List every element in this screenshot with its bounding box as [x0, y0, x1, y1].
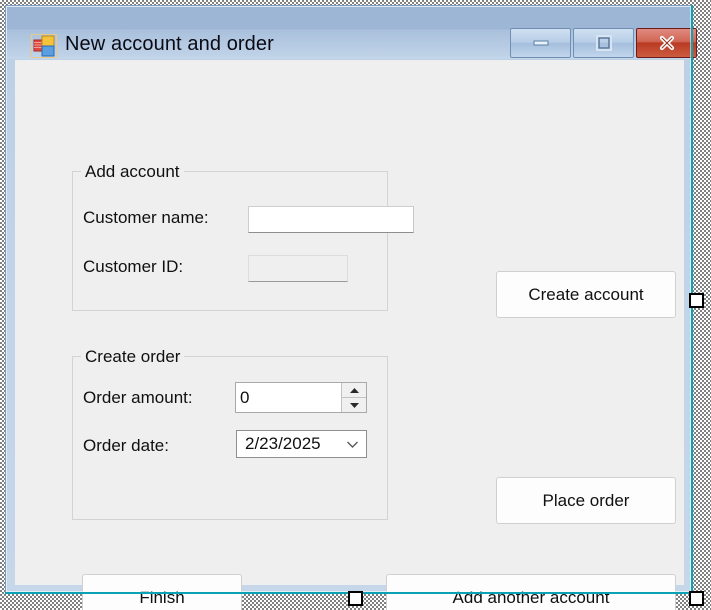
chevron-down-icon[interactable] — [338, 431, 366, 457]
minimize-icon — [511, 29, 570, 57]
customer-id-label: Customer ID: — [83, 257, 184, 276]
close-icon — [637, 29, 696, 57]
customer-id-input — [248, 255, 348, 282]
title-bar[interactable]: New account and order — [7, 7, 697, 59]
customer-name-label: Customer name: — [83, 208, 209, 227]
resize-handle-bottom[interactable] — [348, 591, 363, 606]
group-add-account: Add account — [72, 163, 388, 311]
place-order-button[interactable]: Place order — [496, 477, 676, 524]
group-border — [72, 171, 388, 311]
order-amount-input[interactable] — [236, 383, 341, 412]
group-add-account-legend: Add account — [81, 163, 184, 180]
form-window: New account and order Add account Custom… — [5, 5, 697, 610]
resize-handle-right[interactable] — [689, 293, 704, 308]
maximize-icon — [574, 29, 633, 57]
order-date-input[interactable] — [237, 434, 338, 454]
minimize-button[interactable] — [510, 28, 571, 58]
order-amount-stepper[interactable] — [235, 382, 367, 413]
group-create-order-legend: Create order — [81, 348, 185, 365]
customer-name-input[interactable] — [248, 206, 414, 233]
order-amount-spinner[interactable] — [341, 383, 366, 412]
maximize-button[interactable] — [573, 28, 634, 58]
resize-handle-corner[interactable] — [689, 591, 704, 606]
close-button[interactable] — [636, 28, 697, 58]
create-account-button[interactable]: Create account — [496, 271, 676, 318]
winforms-app-icon — [31, 34, 57, 58]
window-title: New account and order — [65, 33, 274, 55]
order-date-picker[interactable] — [236, 430, 367, 458]
order-amount-label: Order amount: — [83, 388, 193, 407]
chevron-down-icon[interactable] — [342, 398, 366, 412]
form-client-area: Add account Customer name: Customer ID: … — [15, 60, 684, 610]
chevron-up-icon[interactable] — [342, 383, 366, 398]
order-date-label: Order date: — [83, 436, 169, 455]
